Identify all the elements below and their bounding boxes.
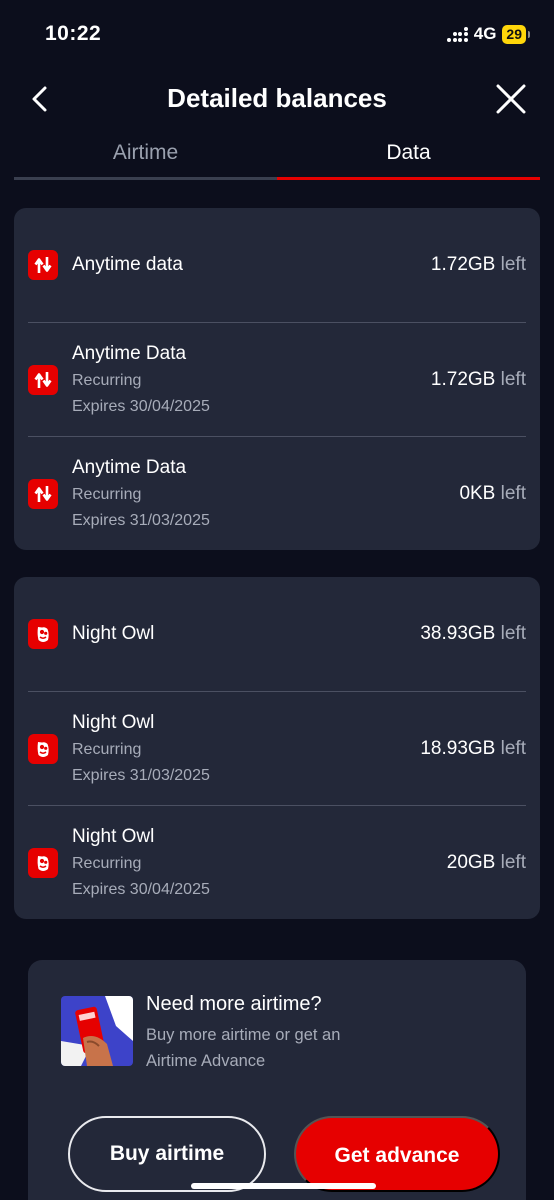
home-indicator[interactable]: [191, 1183, 376, 1189]
balance-type: Recurring: [72, 371, 142, 389]
night-owl-card: Night Owl 38.93GB left Night Owl Recurri…: [14, 577, 540, 919]
balance-expiry: Expires 31/03/2025: [72, 511, 210, 529]
balance-info: Night Owl: [72, 620, 154, 648]
network-type: 4G: [473, 24, 497, 43]
balance-name: Anytime Data: [72, 456, 187, 478]
status-indicators: 4G 29: [447, 24, 530, 44]
balance-unit: left: [500, 482, 526, 504]
data-arrows-icon: [28, 250, 58, 280]
balance-row[interactable]: Night Owl Recurring Expires 30/04/2025 2…: [28, 805, 526, 919]
tab-data[interactable]: Data: [277, 128, 540, 180]
balance-value: 1.72GB left: [431, 369, 526, 391]
balance-amount: 0KB: [459, 482, 496, 504]
data-arrows-icon: [28, 478, 58, 509]
balance-info: Night Owl Recurring Expires 30/04/2025: [72, 823, 210, 903]
balance-expiry: Expires 30/04/2025: [72, 397, 210, 415]
balance-unit: left: [500, 737, 526, 759]
balance-value: 0KB left: [459, 483, 526, 505]
airtime-illustration-icon: [61, 996, 133, 1066]
header: Detailed balances: [0, 70, 554, 128]
balance-info: Anytime data: [72, 251, 183, 279]
balance-info: Anytime Data Recurring Expires 31/03/202…: [72, 454, 210, 534]
balance-type: Recurring: [72, 854, 142, 872]
balance-type: Recurring: [72, 485, 142, 503]
battery-icon: 29: [502, 24, 530, 44]
balance-value: 20GB left: [447, 852, 526, 874]
owl-icon: [28, 847, 58, 878]
balance-value: 1.72GB left: [431, 254, 526, 276]
balance-row[interactable]: Night Owl Recurring Expires 31/03/2025 1…: [28, 691, 526, 805]
owl-icon: [28, 733, 58, 764]
promo-subtitle: Buy more airtime or get an Airtime Advan…: [146, 1026, 341, 1070]
tab-airtime[interactable]: Airtime: [14, 128, 277, 180]
promo-title: Need more airtime?: [146, 993, 322, 1015]
balance-type: Recurring: [72, 740, 142, 758]
balance-name: Night Owl: [72, 623, 155, 644]
balance-expiry: Expires 31/03/2025: [72, 766, 210, 784]
airtime-promo-card: Need more airtime? Buy more airtime or g…: [28, 960, 526, 1200]
balance-row[interactable]: Anytime Data Recurring Expires 31/03/202…: [28, 436, 526, 550]
balance-unit: left: [500, 851, 526, 873]
status-bar: 10:22 4G 29: [0, 0, 554, 70]
balance-value: 38.93GB left: [420, 623, 526, 645]
buy-airtime-button[interactable]: Buy airtime: [68, 1116, 266, 1192]
balance-amount: 38.93GB: [420, 623, 496, 644]
balance-amount: 1.72GB: [430, 368, 496, 390]
balance-row[interactable]: Anytime Data Recurring Expires 30/04/202…: [28, 322, 526, 436]
tab-bar: Airtime Data: [14, 128, 540, 180]
balance-expiry: Expires 30/04/2025: [72, 880, 210, 898]
balance-info: Night Owl Recurring Expires 31/03/2025: [72, 709, 210, 789]
balance-row[interactable]: Night Owl 38.93GB left: [28, 577, 526, 691]
balance-name: Night Owl: [72, 825, 155, 847]
balance-name: Anytime Data: [72, 342, 187, 364]
balance-info: Anytime Data Recurring Expires 30/04/202…: [72, 340, 210, 420]
balance-amount: 20GB: [446, 851, 496, 873]
page-title: Detailed balances: [167, 83, 387, 113]
data-balances-card: Anytime data 1.72GB left Anytime Data Re…: [14, 208, 540, 550]
balance-unit: left: [500, 254, 526, 275]
balance-name: Anytime data: [72, 254, 183, 275]
status-time: 10:22: [45, 22, 102, 45]
signal-icon: [447, 26, 468, 42]
balance-name: Night Owl: [72, 711, 155, 733]
get-advance-button[interactable]: Get advance: [294, 1116, 500, 1192]
data-arrows-icon: [28, 364, 58, 395]
owl-icon: [28, 619, 58, 649]
balance-amount: 1.72GB: [430, 254, 496, 275]
balance-unit: left: [500, 623, 526, 644]
balance-value: 18.93GB left: [420, 738, 526, 760]
close-icon[interactable]: [494, 82, 528, 116]
balance-amount: 18.93GB: [420, 737, 496, 759]
balance-unit: left: [500, 368, 526, 390]
balance-row[interactable]: Anytime data 1.72GB left: [28, 208, 526, 322]
